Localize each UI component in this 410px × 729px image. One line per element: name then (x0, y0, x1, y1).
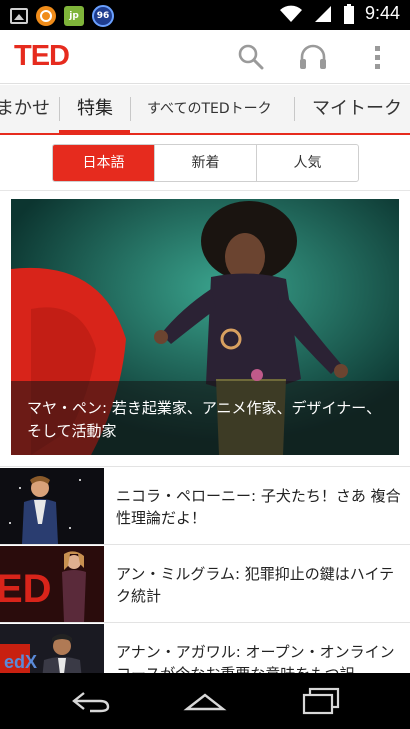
count-badge-icon: 96 (92, 5, 114, 27)
tab-featured[interactable]: 特集 (77, 85, 113, 133)
back-icon[interactable] (70, 691, 112, 713)
system-icons: 9:44 (279, 3, 400, 24)
list-item[interactable]: ニコラ・ペローニー: 子犬たち！さあ 複合性理論だよ！ (0, 466, 410, 544)
tab-my-talks[interactable]: マイトーク (312, 85, 402, 133)
recent-apps-icon[interactable] (302, 687, 342, 715)
talk-title: ニコラ・ペローニー: 子犬たち！さあ 複合性理論だよ！ (116, 487, 401, 527)
language-filter-segment: 日本語 新着 人気 (52, 144, 359, 182)
system-navigation-bar (0, 673, 410, 729)
clock: 9:44 (364, 3, 400, 23)
featured-talk-caption: マヤ・ペン: 若き起業家、アニメ作家、デザイナー、そして活動家 (11, 381, 399, 455)
featured-talk-card[interactable]: マヤ・ペン: 若き起業家、アニメ作家、デザイナー、そして活動家 (11, 199, 399, 455)
tab-divider (59, 97, 60, 121)
tab-divider (294, 97, 295, 121)
list-item[interactable]: ED アン・ミルグラム: 犯罪抑止の鍵はハイテク統計 (0, 544, 410, 622)
tab-bar: まかせ 特集 すべてのTEDトーク マイトーク (0, 85, 410, 135)
tab-omakase[interactable]: まかせ (0, 85, 50, 133)
jp-app-label: jp (69, 11, 79, 21)
search-icon[interactable] (236, 42, 266, 72)
battery-icon (343, 3, 354, 24)
overflow-menu-icon[interactable] (363, 42, 393, 72)
active-tab-indicator (59, 130, 130, 133)
image-notification-icon (10, 8, 28, 24)
notification-icons: jp 96 (10, 5, 114, 27)
talk-list: ニコラ・ペローニー: 子犬たち！さあ 複合性理論だよ！ ED アン・ミルグラム:… (0, 466, 410, 700)
talk-thumbnail: ED (0, 546, 104, 622)
jp-app-notification-icon: jp (64, 6, 84, 26)
app-bar: TED (0, 30, 410, 84)
wifi-icon (279, 5, 302, 22)
status-bar: jp 96 9:44 (0, 0, 410, 30)
tab-divider (130, 97, 131, 121)
tab-all-talks[interactable]: すべてのTEDトーク (147, 85, 272, 133)
segment-new[interactable]: 新着 (154, 145, 256, 181)
orange-app-notification-icon (36, 6, 56, 26)
ted-logo[interactable]: TED (14, 40, 70, 73)
headphones-icon[interactable] (298, 42, 328, 72)
segment-japanese[interactable]: 日本語 (53, 145, 154, 181)
talk-title: アン・ミルグラム: 犯罪抑止の鍵はハイテク統計 (116, 565, 395, 605)
svg-text:edX: edX (4, 652, 37, 672)
svg-text:ED: ED (0, 567, 52, 611)
home-icon[interactable] (183, 691, 227, 713)
talk-thumbnail (0, 468, 104, 544)
badge-count: 96 (96, 11, 110, 21)
signal-icon (314, 5, 331, 22)
segment-popular[interactable]: 人気 (256, 145, 358, 181)
section-divider (0, 190, 410, 191)
